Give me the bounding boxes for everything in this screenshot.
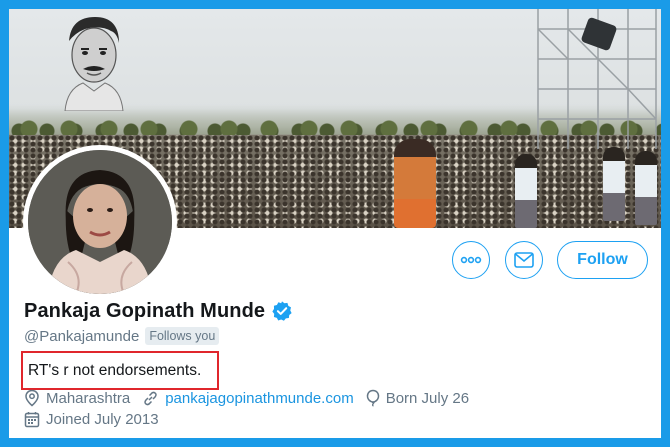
more-icon <box>460 256 482 264</box>
location-pin-icon <box>25 389 39 407</box>
display-name: Pankaja Gopinath Munde <box>24 299 266 322</box>
name-row: Pankaja Gopinath Munde <box>24 298 293 324</box>
profile-meta-row: Maharashtra pankajagopinathmunde.com Bor… <box>24 389 481 407</box>
avatar-photo <box>28 150 172 294</box>
birthday-text: Born July 26 <box>385 389 470 407</box>
bio-highlight-box: RT's r not endorsements. <box>21 351 219 390</box>
link-icon <box>144 391 157 405</box>
verified-badge-icon <box>272 301 292 321</box>
message-button[interactable] <box>505 241 543 279</box>
calendar-icon <box>24 412 40 428</box>
follows-you-badge: Follows you <box>145 327 220 345</box>
profile-handle: @Pankajamunde <box>24 327 140 345</box>
sketch-portrait <box>64 17 124 111</box>
speaker-figure <box>394 139 436 228</box>
location-item: Maharashtra <box>24 389 130 407</box>
follow-button[interactable]: Follow <box>557 241 648 279</box>
balloon-icon <box>366 389 379 407</box>
website-item: pankajagopinathmunde.com <box>142 390 354 407</box>
handle-row: @Pankajamunde Follows you <box>24 327 220 345</box>
joined-item: Joined July 2013 <box>24 411 159 428</box>
more-options-button[interactable] <box>452 241 490 279</box>
birthday-item: Born July 26 <box>366 389 469 407</box>
profile-card: Follow Pankaja Gopinath Munde @Pankajamu… <box>9 9 661 438</box>
profile-joined-row: Joined July 2013 <box>24 411 171 428</box>
stage-tower <box>537 9 657 149</box>
envelope-icon <box>514 252 534 268</box>
website-link[interactable]: pankajagopinathmunde.com <box>165 390 353 407</box>
location-text: Maharashtra <box>46 389 131 407</box>
joined-text: Joined July 2013 <box>46 411 159 428</box>
profile-bio: RT's r not endorsements. <box>28 361 202 379</box>
profile-avatar[interactable] <box>23 145 177 299</box>
